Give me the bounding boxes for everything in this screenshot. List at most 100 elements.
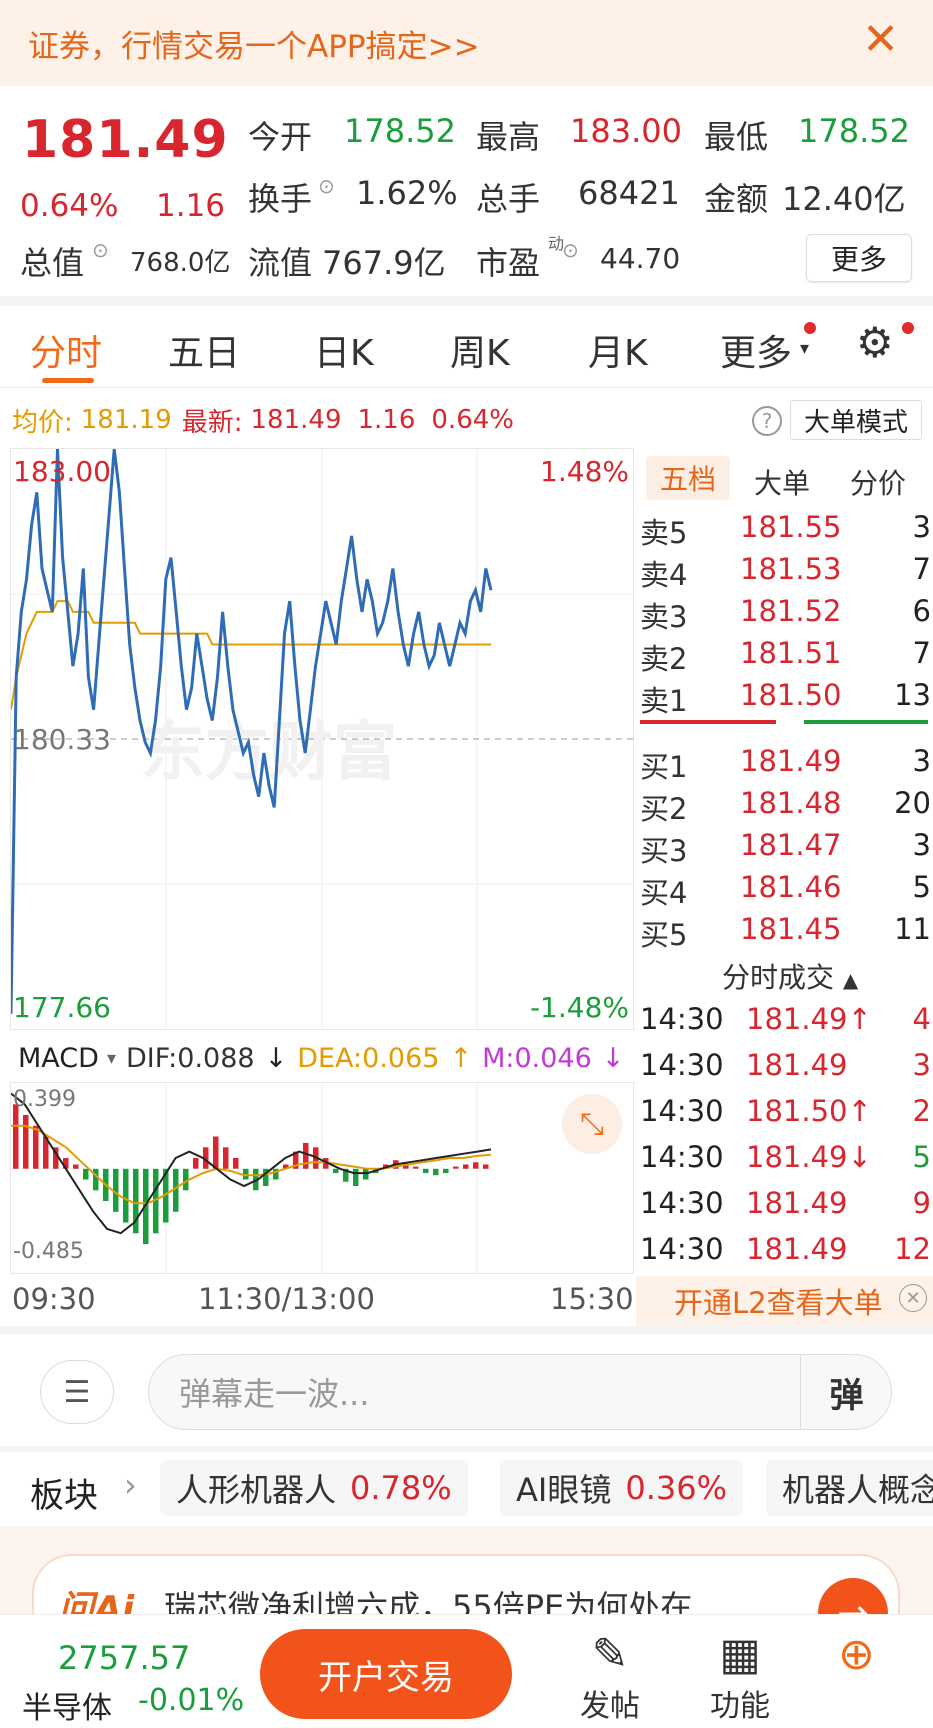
bid-row: 买5 181.45 11 (640, 912, 931, 952)
sector-label: 板块 (30, 1476, 98, 1516)
promo-banner[interactable]: 证券，行情交易一个APP搞定>> ✕ (0, 0, 933, 86)
intraday-chart[interactable]: 东方财富 183.00 1.48% 180.33 177.66 -1.48% (9, 448, 634, 1030)
grid-icon: ▦ (719, 1629, 761, 1680)
macd-bar (473, 1162, 479, 1169)
chevron-down-icon[interactable]: ▾ (107, 1048, 116, 1069)
pe-value: 44.70 (600, 242, 681, 275)
macd-bar (223, 1147, 229, 1169)
tab-five-levels[interactable]: 五档 (646, 456, 730, 500)
amount-label: 金额 (704, 180, 769, 218)
dea-value: DEA:0.065 (297, 1042, 440, 1074)
index-value[interactable]: 2757.57 (58, 1639, 190, 1677)
macd-axis-bottom: -0.485 (13, 1239, 84, 1264)
ask-row: 卖5 181.55 3 (640, 510, 931, 550)
bid-row: 买1 181.49 3 (640, 744, 931, 784)
close-icon[interactable]: ✕ (862, 14, 899, 65)
indicator-select[interactable]: MACD (10, 1043, 107, 1074)
plus-circle-icon: ⊕ (838, 1629, 875, 1680)
danmu-input[interactable]: 弹幕走一波... (148, 1354, 892, 1430)
arrow-up-icon: ↑ (449, 1042, 473, 1074)
chevron-down-icon[interactable]: ▾ (800, 338, 809, 359)
macd-bar (83, 1168, 89, 1180)
latest-chg: 1.16 (357, 405, 416, 435)
danmu-bar: ☰ 弹幕走一波... 弹 (0, 1334, 933, 1446)
promo-text: 证券，行情交易一个APP搞定>> (28, 28, 480, 65)
tab-weekly-k[interactable]: 周K (450, 324, 510, 376)
macd-bar (73, 1164, 79, 1169)
macd-bar (443, 1168, 449, 1174)
tab-monthly-k[interactable]: 月K (588, 324, 648, 376)
info-icon[interactable]: ⊙ (92, 238, 109, 262)
arrow-down-icon: ↓ (264, 1042, 288, 1074)
macd-bar (463, 1164, 469, 1169)
ask-row: 卖4 181.53 7 (640, 552, 931, 592)
open-l2-banner[interactable]: 开通L2查看大单 ✕ (636, 1276, 933, 1326)
tab-price-dist[interactable]: 分价 (850, 462, 906, 502)
gear-icon[interactable]: ⚙ (856, 318, 894, 367)
notification-dot (902, 322, 914, 334)
big-order-mode-button[interactable]: 大单模式 (790, 400, 922, 440)
axis-bottom-price: 177.66 (13, 991, 111, 1024)
turnover-label: 换手 (248, 180, 313, 218)
sector-chip[interactable]: AI眼镜 0.36% (500, 1460, 743, 1516)
more-button[interactable]: 更多 (806, 234, 912, 282)
tab-five-day[interactable]: 五日 (168, 324, 240, 376)
macd-bar (193, 1158, 199, 1169)
macd-bar (453, 1166, 459, 1169)
info-icon[interactable]: ⊙ (562, 238, 579, 262)
nav-post[interactable]: ✎ 发帖 (580, 1629, 640, 1725)
open-account-trade-button[interactable]: 开户交易 (260, 1629, 512, 1719)
m-value: M:0.046 (482, 1042, 592, 1074)
index-name[interactable]: 半导体 (22, 1683, 112, 1727)
quote-panel: 181.49 0.64% 1.16 今开 178.52 最高 183.00 最低… (0, 86, 933, 298)
divider (0, 1326, 933, 1334)
bid-volume-bar (804, 720, 928, 724)
tab-intraday[interactable]: 分时 (30, 324, 102, 376)
macd-axis-top: 0.399 (13, 1087, 76, 1112)
dif-value: DIF:0.088 (125, 1042, 255, 1074)
tab-daily-k[interactable]: 日K (314, 324, 374, 376)
macd-bar (23, 1115, 29, 1169)
ask-volume-bar (640, 720, 776, 724)
sector-chip[interactable]: 人形机器人 0.78% (160, 1460, 468, 1516)
pe-label: 市盈 (476, 244, 541, 282)
nav-functions[interactable]: ▦ 功能 (710, 1629, 770, 1725)
order-book: 五档 大单 分价 卖5 181.55 3 卖4 181.53 7 卖3 181.52 6 卖… (636, 448, 933, 1268)
high-label: 最高 (476, 118, 541, 156)
close-icon[interactable]: ✕ (899, 1284, 927, 1312)
info-icon[interactable]: ⊙ (318, 174, 335, 198)
latest-value: 181.49 (250, 405, 342, 435)
avg-label: 均价: (12, 407, 73, 438)
volume-value: 68421 (578, 174, 680, 212)
open-label: 今开 (248, 118, 313, 156)
avg-value: 181.19 (80, 405, 172, 435)
expand-icon[interactable]: ⤡ (562, 1094, 622, 1154)
macd-chart[interactable]: 0.399 -0.485 (10, 1082, 634, 1274)
period-tabs: 分时 五日 日K 周K 月K 更多 ▾ ⚙ (0, 304, 933, 388)
tab-big-orders[interactable]: 大单 (754, 462, 810, 502)
bid-row: 买3 181.47 3 (640, 828, 931, 868)
notification-dot (804, 322, 816, 334)
macd-chart-svg (10, 1083, 492, 1273)
trade-list-header[interactable]: 分时成交 ▲ (722, 956, 858, 996)
macd-bar (213, 1136, 219, 1169)
tab-more[interactable]: 更多 (720, 324, 792, 376)
help-icon[interactable]: ? (752, 406, 782, 436)
ask-row: 卖2 181.51 7 (640, 636, 931, 676)
macd-bar (413, 1166, 419, 1169)
nav-add[interactable]: ⊕ (838, 1629, 875, 1681)
float-value: 767.9亿 (322, 244, 446, 282)
high-value: 183.00 (570, 112, 682, 150)
danmu-settings-icon[interactable]: ☰ (40, 1360, 114, 1424)
ask-row: 卖1 181.50 13 (640, 678, 931, 718)
edit-icon: ✎ (591, 1629, 629, 1680)
danmu-send-button[interactable]: 弹 (800, 1354, 892, 1430)
float-label: 流值 (248, 244, 313, 282)
macd-bar (353, 1168, 359, 1186)
macd-bar (483, 1164, 489, 1169)
macd-legend: MACD ▾ DIF:0.088 ↓ DEA:0.065 ↑ M:0.046 ↓ (10, 1036, 624, 1080)
ask-row: 卖3 181.52 6 (640, 594, 931, 634)
chevron-right-icon[interactable]: › (124, 1466, 137, 1504)
marketcap-value: 768.0亿 (130, 248, 231, 278)
sector-chip[interactable]: 机器人概念 (766, 1460, 933, 1516)
